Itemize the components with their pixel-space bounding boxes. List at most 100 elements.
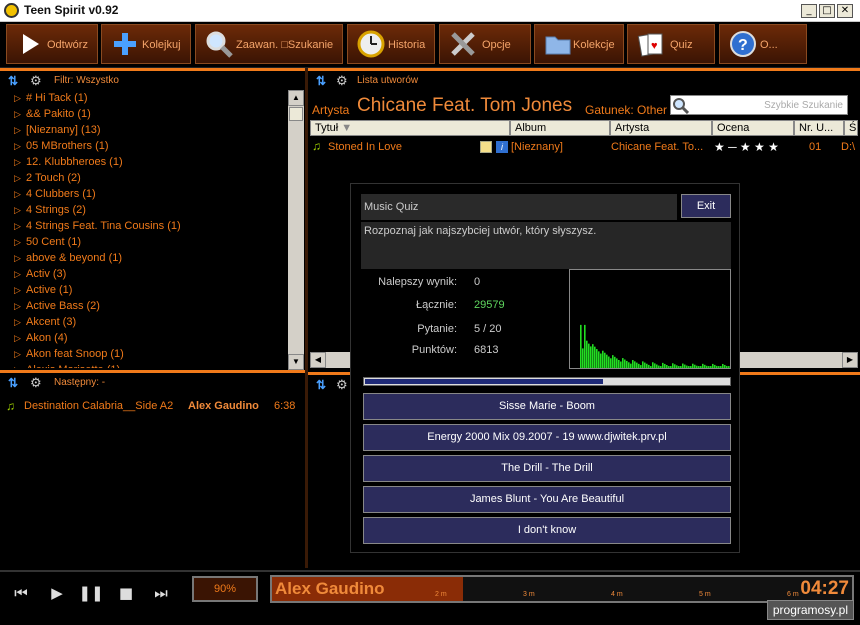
spectrum-bar xyxy=(630,363,632,368)
pause-button[interactable]: ❚❚ xyxy=(78,580,104,606)
quiz-exit-button[interactable]: Exit xyxy=(681,194,731,218)
spectrum-bar xyxy=(640,365,642,368)
scroll-right-button[interactable]: ▶ xyxy=(842,352,858,368)
sort-arrows-icon[interactable]: ⇅ xyxy=(8,376,18,390)
list-item[interactable]: ▷ Akon (4) xyxy=(0,330,290,346)
edit-icon[interactable] xyxy=(480,141,492,153)
expand-arrow-icon[interactable]: ▷ xyxy=(14,173,26,184)
quick-search-input[interactable]: Szybkie Szukanie xyxy=(670,95,848,115)
list-item-label: 4 Strings Feat. Tina Cousins (1) xyxy=(26,220,181,232)
column-rating[interactable]: Ocena xyxy=(712,120,794,136)
list-item-label: Active (1) xyxy=(26,284,73,296)
next-button[interactable]: ⏭ xyxy=(148,580,174,606)
table-row[interactable]: ♫ Stoned In Love i [Nieznany] Chicane Fe… xyxy=(310,138,858,156)
next-track-row[interactable]: ♫ Destination Calabria__Side A2 Alex Gau… xyxy=(6,399,302,415)
track-rating[interactable]: ★ ─ ★ ★ ★ xyxy=(714,140,779,154)
options-button[interactable]: Opcje xyxy=(439,24,531,64)
list-item[interactable]: ▷ Active (1) xyxy=(0,282,290,298)
expand-arrow-icon[interactable]: ▷ xyxy=(14,237,26,248)
column-path[interactable]: Ś xyxy=(844,120,858,136)
list-item[interactable]: ▷ 12. Klubbheroes (1) xyxy=(0,154,290,170)
scroll-left-button[interactable]: ◀ xyxy=(310,352,326,368)
play-button[interactable]: Odtwórz xyxy=(6,24,98,64)
expand-arrow-icon[interactable]: ▷ xyxy=(14,253,26,264)
panel-splitter[interactable] xyxy=(305,68,308,568)
expand-arrow-icon[interactable]: ▷ xyxy=(14,269,26,280)
quiz-answer-button[interactable]: I don't know xyxy=(363,517,731,544)
gear-icon[interactable]: ⚙ xyxy=(30,375,42,391)
expand-arrow-icon[interactable]: ▷ xyxy=(14,157,26,168)
list-item[interactable]: ▷ [Nieznany] (13) xyxy=(0,122,290,138)
scroll-thumb[interactable] xyxy=(289,107,303,121)
expand-arrow-icon[interactable]: ▷ xyxy=(14,125,26,136)
gear-icon[interactable]: ⚙ xyxy=(30,73,42,89)
list-item[interactable]: ▷ Akon feat Snoop (1) xyxy=(0,346,290,362)
about-button[interactable]: ? O... xyxy=(719,24,807,64)
seek-bar[interactable]: Alex Gaudino 2 m 3 m 4 m 5 m 6 m 04:27 xyxy=(270,575,854,603)
list-item[interactable]: ▷ 05 MBrothers (1) xyxy=(0,138,290,154)
quiz-answer-button[interactable]: The Drill - The Drill xyxy=(363,455,731,482)
history-button[interactable]: Historia xyxy=(347,24,435,64)
list-item[interactable]: ▷Alexis Morisette (1) xyxy=(0,362,290,368)
advanced-search-button[interactable]: Zaawan. □Szukanie xyxy=(195,24,343,64)
quiz-answer-button[interactable]: Energy 2000 Mix 09.2007 - 19 www.djwitek… xyxy=(363,424,731,451)
expand-arrow-icon[interactable]: ▷ xyxy=(14,221,26,232)
column-track-number[interactable]: Nr. U... xyxy=(794,120,844,136)
list-item[interactable]: ▷ Activ (3) xyxy=(0,266,290,282)
expand-arrow-icon[interactable]: ▷ xyxy=(14,349,26,360)
minimize-button[interactable]: _ xyxy=(801,4,817,18)
list-item[interactable]: ▷ 50 Cent (1) xyxy=(0,234,290,250)
expand-arrow-icon[interactable]: ▷ xyxy=(14,205,26,216)
spectrum-bar xyxy=(644,362,646,368)
maximize-button[interactable]: □ xyxy=(819,4,835,18)
expand-arrow-icon[interactable]: ▷ xyxy=(14,365,26,369)
expand-arrow-icon[interactable]: ▷ xyxy=(14,189,26,200)
info-icon[interactable]: i xyxy=(496,141,508,153)
quiz-answer-button[interactable]: James Blunt - You Are Beautiful xyxy=(363,486,731,513)
column-title[interactable]: Tytuł ▼ xyxy=(310,120,510,136)
stop-button[interactable]: ■ xyxy=(113,580,139,606)
gear-icon[interactable]: ⚙ xyxy=(336,377,348,393)
sort-arrows-icon[interactable]: ⇅ xyxy=(8,74,18,88)
spectrum-bar xyxy=(678,366,680,368)
play-button[interactable]: ▶ xyxy=(44,580,70,606)
stat-label: Łącznie: xyxy=(416,299,457,311)
quiz-progress-bar xyxy=(363,377,731,386)
column-artist[interactable]: Artysta xyxy=(610,120,712,136)
expand-arrow-icon[interactable]: ▷ xyxy=(14,93,26,104)
spectrum-bar xyxy=(628,362,630,368)
column-album[interactable]: Album xyxy=(510,120,610,136)
filter-scrollbar[interactable]: ▲ ▼ xyxy=(288,90,304,370)
quiz-answer-button[interactable]: Sisse Marie - Boom xyxy=(363,393,731,420)
expand-arrow-icon[interactable]: ▷ xyxy=(14,333,26,344)
list-item[interactable]: ▷ above & beyond (1) xyxy=(0,250,290,266)
list-item[interactable]: ▷ && Pakito (1) xyxy=(0,106,290,122)
scroll-up-button[interactable]: ▲ xyxy=(288,90,304,106)
list-item[interactable]: ▷ 4 Clubbers (1) xyxy=(0,186,290,202)
list-item[interactable]: ▷ 4 Strings Feat. Tina Cousins (1) xyxy=(0,218,290,234)
spectrum-bar xyxy=(646,363,648,368)
list-item[interactable]: ▷ 4 Strings (2) xyxy=(0,202,290,218)
list-item[interactable]: ▷ # Hi Tack (1) xyxy=(0,90,290,106)
expand-arrow-icon[interactable]: ▷ xyxy=(14,317,26,328)
expand-arrow-icon[interactable]: ▷ xyxy=(14,141,26,152)
sort-arrows-icon[interactable]: ⇅ xyxy=(316,378,326,392)
expand-arrow-icon[interactable]: ▷ xyxy=(14,109,26,120)
previous-button[interactable]: ⏮ xyxy=(8,580,34,606)
list-item[interactable]: ▷ Akcent (3) xyxy=(0,314,290,330)
queue-button[interactable]: Kolejkuj xyxy=(101,24,191,64)
collections-button[interactable]: Kolekcje xyxy=(534,24,624,64)
spectrum-bar xyxy=(582,348,584,368)
scroll-down-button[interactable]: ▼ xyxy=(288,354,304,370)
close-button[interactable]: ✕ xyxy=(837,4,853,18)
list-item-label: [Nieznany] (13) xyxy=(26,124,101,136)
expand-arrow-icon[interactable]: ▷ xyxy=(14,301,26,312)
list-item[interactable]: ▷ Active Bass (2) xyxy=(0,298,290,314)
sort-arrows-icon[interactable]: ⇅ xyxy=(316,74,326,88)
quiz-button[interactable]: ♥ Quiz xyxy=(627,24,715,64)
gear-icon[interactable]: ⚙ xyxy=(336,73,348,89)
volume-control[interactable]: 90% xyxy=(192,576,258,602)
spectrum-bar xyxy=(668,366,670,368)
expand-arrow-icon[interactable]: ▷ xyxy=(14,285,26,296)
list-item[interactable]: ▷ 2 Touch (2) xyxy=(0,170,290,186)
